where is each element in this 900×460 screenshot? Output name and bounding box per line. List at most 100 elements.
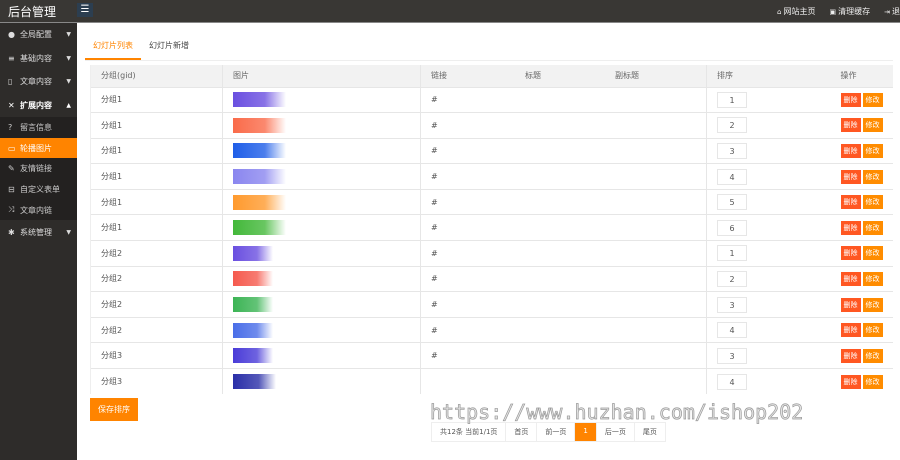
banner-thumbnail [233, 220, 286, 236]
banner-thumbnail [233, 92, 286, 108]
pager-first[interactable]: 首页 [505, 423, 536, 441]
sidebar-item[interactable]: ≡ 基础内容 ▼ [0, 47, 77, 71]
image-cell [222, 112, 421, 139]
top-bar: 后台管理 ☰ ⌂ 网站主页 ▣ 清理缓存 ⇥ 退 [0, 0, 900, 23]
link-cell: # [420, 86, 707, 113]
file-icon: ▯ [8, 77, 13, 87]
delete-button[interactable]: 删除 [840, 374, 861, 389]
link-cell: # [420, 137, 707, 164]
banner-thumbnail [233, 297, 273, 313]
sort-input[interactable]: 4 [717, 373, 747, 390]
sidebar-item[interactable]: ⤨ 文章内链 [0, 200, 77, 221]
group-cell: 分组1 [90, 137, 223, 164]
col-link-title: 链接 标题 副标题 [420, 65, 707, 87]
edit-button[interactable]: 修改 [862, 323, 883, 338]
shuffle-icon: ⤨ [8, 205, 15, 215]
top-link[interactable]: ⌂ 网站主页 [777, 6, 815, 17]
top-link[interactable]: ⇥ 退 [884, 6, 900, 17]
slides-table: 分组(gid) 图片 链接 标题 副标题 排序 操作 分组1 # 1 删除 修改 分组… [90, 65, 893, 395]
col-link: 链接 [431, 71, 447, 81]
image-cell [222, 368, 421, 395]
col-group: 分组(gid) [90, 65, 223, 87]
sort-input[interactable]: 1 [717, 91, 747, 108]
banner-thumbnail [233, 271, 273, 287]
sidebar-item[interactable]: ⊟ 自定义表单 [0, 179, 77, 200]
pager-current[interactable]: 1 [574, 423, 596, 441]
edit-button[interactable]: 修改 [862, 246, 883, 261]
delete-button[interactable]: 删除 [840, 246, 861, 261]
delete-button[interactable]: 删除 [840, 143, 861, 158]
sort-input[interactable]: 4 [717, 322, 747, 339]
sort-input[interactable]: 2 [717, 270, 747, 287]
link-cell: # [420, 188, 707, 215]
edit-button[interactable]: 修改 [862, 195, 883, 210]
col-image: 图片 [222, 65, 421, 87]
sort-input[interactable]: 3 [717, 142, 747, 159]
link-cell: # [420, 240, 707, 267]
table-row: 分组2 # 1 删除 修改 [90, 240, 893, 267]
edit-button[interactable]: 修改 [862, 271, 883, 286]
group-cell: 分组1 [90, 86, 223, 113]
top-link[interactable]: ▣ 清理缓存 [830, 6, 871, 17]
delete-button[interactable]: 删除 [840, 92, 861, 107]
edit-button[interactable]: 修改 [862, 220, 883, 235]
tab-slide-list[interactable]: 幻灯片列表 [85, 37, 141, 60]
delete-button[interactable]: 删除 [840, 220, 861, 235]
menu-toggle-button[interactable]: ☰ [77, 3, 93, 17]
pager-next[interactable]: 后一页 [595, 423, 634, 441]
image-cell [222, 163, 421, 190]
delete-button[interactable]: 删除 [840, 348, 861, 363]
edit-button[interactable]: 修改 [862, 143, 883, 158]
sort-input[interactable]: 2 [717, 117, 747, 134]
banner-thumbnail [233, 322, 273, 338]
link-cell [420, 368, 707, 395]
link-cell: # [420, 112, 707, 139]
pager-last[interactable]: 尾页 [633, 423, 665, 441]
group-cell: 分组1 [90, 214, 223, 241]
tab-slide-add[interactable]: 幻灯片新增 [141, 37, 197, 60]
delete-button[interactable]: 删除 [840, 118, 861, 133]
pager-prev[interactable]: 前一页 [536, 423, 574, 441]
table-row: 分组1 # 1 删除 修改 [90, 86, 893, 113]
sidebar-item[interactable]: ▯ 文章内容 ▼ [0, 70, 77, 94]
delete-button[interactable]: 删除 [840, 195, 861, 210]
banner-thumbnail [233, 169, 286, 185]
delete-button[interactable]: 删除 [840, 297, 861, 312]
link-cell: # [420, 291, 707, 318]
edit-button[interactable]: 修改 [862, 118, 883, 133]
sidebar-item[interactable]: ✎ 友情链接 [0, 158, 77, 179]
edit-button[interactable]: 修改 [862, 169, 883, 184]
sidebar-item[interactable]: ✕ 扩展内容 ▲ [0, 94, 77, 118]
sidebar-item[interactable]: ? 留言信息 [0, 117, 77, 138]
edit-button[interactable]: 修改 [862, 348, 883, 363]
image-cell [222, 291, 421, 318]
sort-input[interactable]: 6 [717, 219, 747, 236]
edit-button[interactable]: 修改 [862, 297, 883, 312]
pagination: 共12条 当前1/1页 首页 前一页 1 后一页 尾页 [431, 422, 666, 442]
table-row: 分组1 # 2 删除 修改 [90, 112, 893, 139]
banner-thumbnail [233, 245, 273, 261]
link-cell: # [420, 163, 707, 190]
delete-button[interactable]: 删除 [840, 271, 861, 286]
sort-input[interactable]: 5 [717, 194, 747, 211]
sort-input[interactable]: 3 [717, 296, 747, 313]
sidebar-item[interactable]: ● 全局配置 ▼ [0, 23, 77, 47]
table-row: 分组2 # 3 删除 修改 [90, 291, 893, 318]
sidebar-item[interactable]: ✱ 系统管理 ▼ [0, 220, 77, 244]
home-icon: ⌂ [777, 8, 782, 16]
delete-button[interactable]: 删除 [840, 169, 861, 184]
form-icon: ⊟ [8, 184, 15, 194]
delete-button[interactable]: 删除 [840, 323, 861, 338]
chevron-icon: ▼ [66, 228, 71, 236]
banner-thumbnail [233, 194, 286, 210]
expand-icon: ✕ [8, 100, 15, 110]
edit-button[interactable]: 修改 [862, 92, 883, 107]
image-icon: ▭ [8, 143, 16, 153]
sidebar-item[interactable]: ▭ 轮播图片 [0, 137, 77, 159]
edit-button[interactable]: 修改 [862, 374, 883, 389]
save-sort-button[interactable]: 保存排序 [90, 398, 138, 421]
sort-input[interactable]: 4 [717, 168, 747, 185]
image-cell [222, 265, 421, 292]
sort-input[interactable]: 1 [717, 245, 747, 262]
sort-input[interactable]: 3 [717, 347, 747, 364]
